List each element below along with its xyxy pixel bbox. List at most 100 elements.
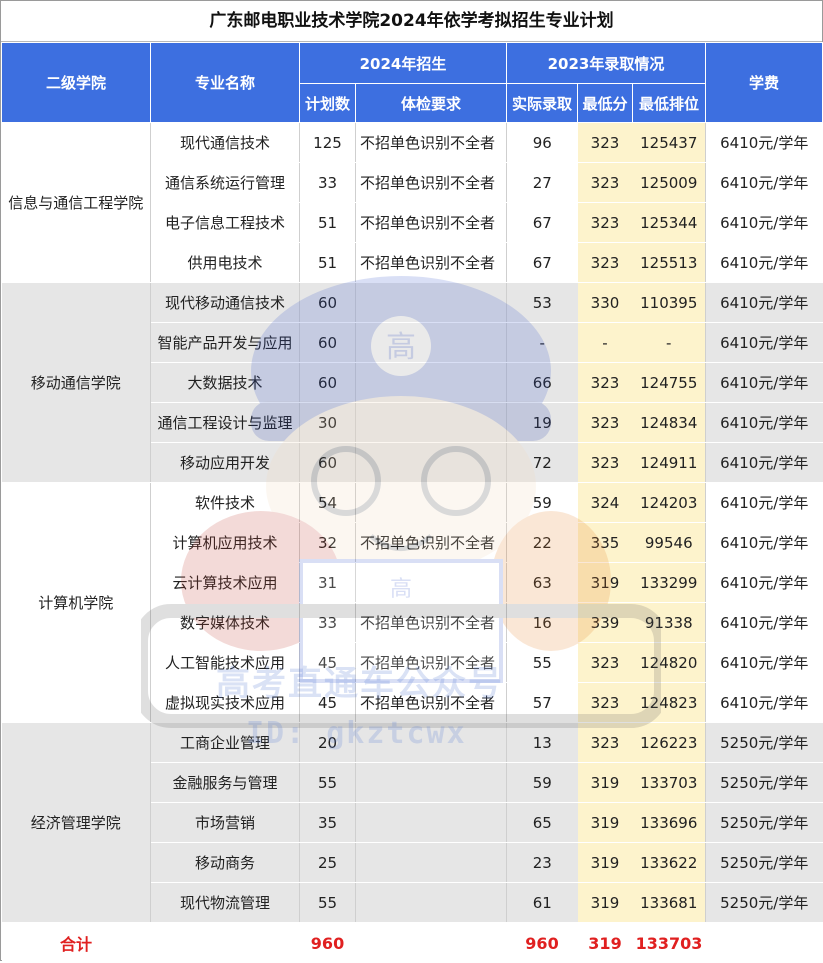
actual-cell: 72 — [507, 443, 578, 483]
plan-cell: 125 — [300, 123, 356, 163]
min-score-cell: 323 — [578, 163, 633, 203]
plan-cell: 55 — [300, 763, 356, 803]
fee-cell: 6410元/学年 — [706, 363, 823, 403]
fee-cell: 6410元/学年 — [706, 643, 823, 683]
major-cell: 计算机应用技术 — [151, 523, 300, 563]
min-score-cell: 323 — [578, 363, 633, 403]
min-score-cell: 323 — [578, 403, 633, 443]
plan-cell: 33 — [300, 163, 356, 203]
fee-cell: 6410元/学年 — [706, 203, 823, 243]
fee-cell: 6410元/学年 — [706, 283, 823, 323]
total-req-empty — [356, 923, 507, 963]
actual-cell: 59 — [507, 483, 578, 523]
actual-cell: 27 — [507, 163, 578, 203]
requirement-cell — [356, 443, 507, 483]
college-cell: 计算机学院 — [2, 483, 151, 723]
header-group-2023: 2023年录取情况 — [507, 43, 706, 84]
min-rank-cell: - — [633, 323, 706, 363]
min-rank-cell: 125344 — [633, 203, 706, 243]
requirement-cell: 不招单色识别不全者 — [356, 523, 507, 563]
header-fee: 学费 — [706, 43, 823, 123]
major-cell: 大数据技术 — [151, 363, 300, 403]
major-cell: 移动应用开发 — [151, 443, 300, 483]
plan-cell: 31 — [300, 563, 356, 603]
min-rank-cell: 124823 — [633, 683, 706, 723]
fee-cell: 6410元/学年 — [706, 243, 823, 283]
fee-cell: 6410元/学年 — [706, 523, 823, 563]
min-score-cell: 323 — [578, 723, 633, 763]
requirement-cell: 不招单色识别不全者 — [356, 683, 507, 723]
requirement-cell: 不招单色识别不全者 — [356, 163, 507, 203]
min-rank-cell: 124203 — [633, 483, 706, 523]
major-cell: 软件技术 — [151, 483, 300, 523]
table-row: 信息与通信工程学院现代通信技术125不招单色识别不全者9632312543764… — [2, 123, 823, 163]
requirement-cell — [356, 803, 507, 843]
plan-cell: 30 — [300, 403, 356, 443]
requirement-cell — [356, 843, 507, 883]
actual-cell: 59 — [507, 763, 578, 803]
header-college: 二级学院 — [2, 43, 151, 123]
fee-cell: 6410元/学年 — [706, 563, 823, 603]
requirement-cell — [356, 403, 507, 443]
requirement-cell — [356, 363, 507, 403]
min-score-cell: 323 — [578, 123, 633, 163]
header-plan: 计划数 — [300, 84, 356, 123]
table-row: 计算机学院软件技术54593241242036410元/学年 — [2, 483, 823, 523]
actual-cell: 67 — [507, 203, 578, 243]
major-cell: 市场营销 — [151, 803, 300, 843]
total-fee-empty — [706, 923, 823, 963]
actual-cell: 61 — [507, 883, 578, 923]
min-score-cell: - — [578, 323, 633, 363]
total-major-empty — [151, 923, 300, 963]
plan-cell: 60 — [300, 443, 356, 483]
min-score-cell: 323 — [578, 683, 633, 723]
requirement-cell — [356, 563, 507, 603]
actual-cell: 13 — [507, 723, 578, 763]
requirement-cell: 不招单色识别不全者 — [356, 243, 507, 283]
plan-cell: 60 — [300, 323, 356, 363]
actual-cell: 96 — [507, 123, 578, 163]
table-row: 经济管理学院工商企业管理20133231262235250元/学年 — [2, 723, 823, 763]
plan-cell: 60 — [300, 363, 356, 403]
fee-cell: 6410元/学年 — [706, 483, 823, 523]
plan-cell: 20 — [300, 723, 356, 763]
fee-cell: 5250元/学年 — [706, 883, 823, 923]
total-plan: 960 — [300, 923, 356, 963]
actual-cell: 23 — [507, 843, 578, 883]
requirement-cell — [356, 483, 507, 523]
plan-cell: 55 — [300, 883, 356, 923]
college-cell: 经济管理学院 — [2, 723, 151, 923]
fee-cell: 6410元/学年 — [706, 123, 823, 163]
table-row: 移动通信学院现代移动通信技术60533301103956410元/学年 — [2, 283, 823, 323]
fee-cell: 5250元/学年 — [706, 763, 823, 803]
requirement-cell — [356, 883, 507, 923]
min-rank-cell: 125009 — [633, 163, 706, 203]
major-cell: 现代物流管理 — [151, 883, 300, 923]
plan-cell: 51 — [300, 203, 356, 243]
min-score-cell: 319 — [578, 883, 633, 923]
min-rank-cell: 133299 — [633, 563, 706, 603]
major-cell: 智能产品开发与应用 — [151, 323, 300, 363]
actual-cell: 65 — [507, 803, 578, 843]
requirement-cell — [356, 283, 507, 323]
plan-cell: 45 — [300, 643, 356, 683]
plan-cell: 35 — [300, 803, 356, 843]
fee-cell: 6410元/学年 — [706, 163, 823, 203]
table-body: 信息与通信工程学院现代通信技术125不招单色识别不全者9632312543764… — [2, 123, 823, 923]
min-rank-cell: 124755 — [633, 363, 706, 403]
min-score-cell: 319 — [578, 563, 633, 603]
header-major: 专业名称 — [151, 43, 300, 123]
requirement-cell: 不招单色识别不全者 — [356, 603, 507, 643]
actual-cell: 66 — [507, 363, 578, 403]
major-cell: 现代移动通信技术 — [151, 283, 300, 323]
plan-cell: 25 — [300, 843, 356, 883]
admission-plan-sheet: 广东邮电职业技术学院2024年依学考拟招生专业计划 二级学院 专业名称 2024… — [0, 0, 823, 961]
fee-cell: 5250元/学年 — [706, 843, 823, 883]
major-cell: 现代通信技术 — [151, 123, 300, 163]
plan-cell: 32 — [300, 523, 356, 563]
min-score-cell: 323 — [578, 643, 633, 683]
header-min-rank: 最低排位 — [633, 84, 706, 123]
major-cell: 云计算技术应用 — [151, 563, 300, 603]
min-rank-cell: 99546 — [633, 523, 706, 563]
min-score-cell: 323 — [578, 243, 633, 283]
